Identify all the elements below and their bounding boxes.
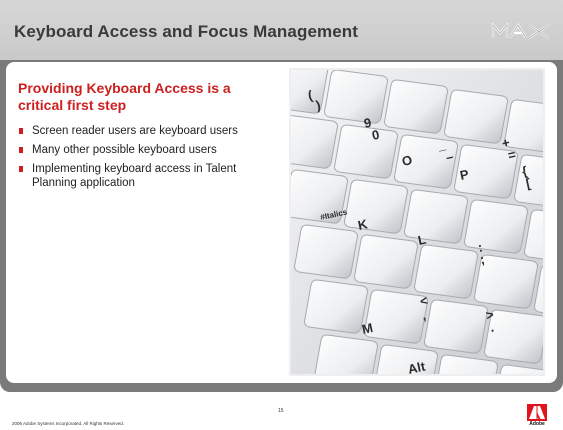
keycap-shape: [344, 179, 408, 234]
keycap-shape: [504, 99, 543, 153]
keycap-shape: [444, 89, 508, 144]
keycap-shape: [414, 244, 478, 299]
bullet-item: Screen reader users are keyboard users: [18, 124, 280, 138]
slide-header: Keyboard Access and Focus Management: [0, 0, 563, 60]
keycap-shape: [304, 279, 368, 334]
keycap-shape: [294, 224, 358, 279]
bullet-marker-icon: [19, 147, 23, 153]
keycap-shape: [424, 299, 488, 354]
slide-subtitle: Providing Keyboard Access is a critical …: [18, 80, 231, 113]
bullet-item: Many other possible keyboard users: [18, 143, 280, 157]
bullet-item: Implementing keyboard access in Talent P…: [18, 162, 280, 190]
keycap-shape: [384, 79, 448, 134]
max-logo-icon: [491, 22, 550, 39]
bullet-marker-icon: [19, 128, 23, 134]
copyright-text: 2006 Adobe Systems Incorporated. All Rig…: [12, 421, 125, 426]
keycap-shape: [291, 115, 338, 169]
bullet-text: Many other possible keyboard users: [32, 144, 217, 156]
bullet-marker-icon: [19, 166, 23, 172]
keyboard-photo-illustration: ()90_–+=OP {[#ItalicsKL:;<, >.MAlt: [291, 70, 543, 374]
page-number: 15: [278, 408, 284, 414]
bullet-text: Implementing keyboard access in Talent P…: [32, 163, 237, 189]
keycap-shape: [314, 334, 378, 374]
slide: Keyboard Access and Focus Management Pro…: [0, 0, 563, 430]
keycap-shape: [324, 70, 388, 124]
slide-title: Keyboard Access and Focus Management: [14, 22, 359, 41]
keycap-shape: [364, 289, 428, 344]
keycap-shape: [354, 234, 418, 289]
bullet-text: Screen reader users are keyboard users: [32, 125, 238, 137]
keycap-shape: [464, 199, 528, 254]
bullet-list: Screen reader users are keyboard users M…: [18, 124, 280, 195]
keyboard-photo: () 9 0 _ – + = O P{[#Italics K L:; <, >. M Alt: [289, 68, 545, 376]
keycap-shape: [334, 124, 398, 179]
keycap-shape: [404, 189, 468, 244]
adobe-logo-text: Adobe: [529, 421, 545, 427]
